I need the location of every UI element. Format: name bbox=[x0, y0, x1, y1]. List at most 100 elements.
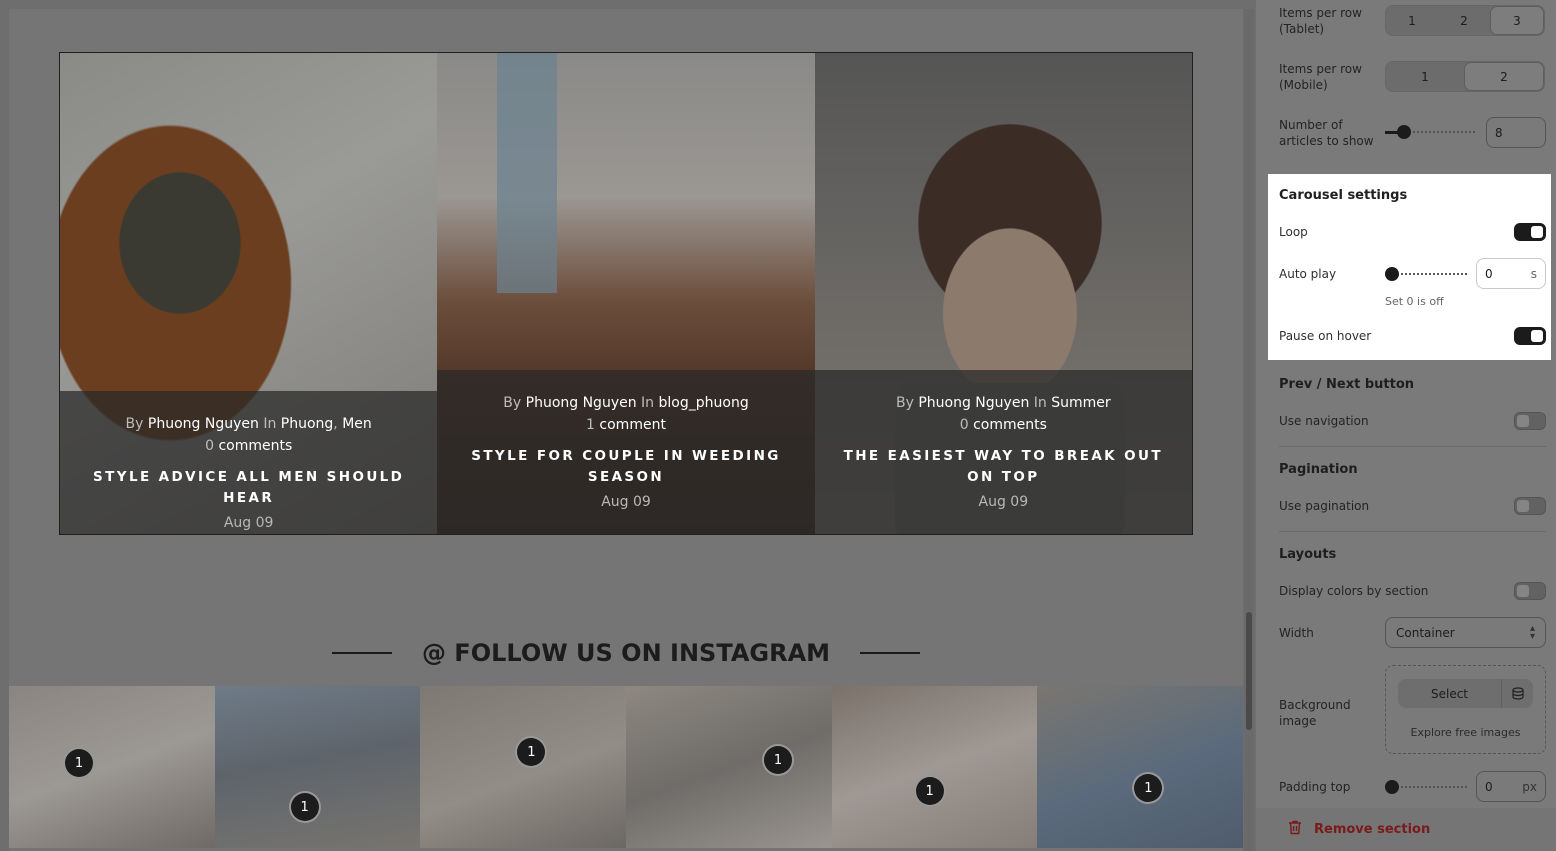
product-hotspot[interactable]: 1 bbox=[913, 775, 946, 807]
in-label: In bbox=[641, 395, 655, 411]
use-navigation-toggle[interactable] bbox=[1514, 412, 1546, 430]
product-hotspot[interactable]: 1 bbox=[515, 736, 548, 768]
in-label: In bbox=[1033, 395, 1047, 411]
preview-canvas: By Phuong Nguyen In Phuong, Men 0 commen… bbox=[9, 9, 1243, 851]
autoplay-help-text: Set 0 is off bbox=[1385, 295, 1444, 308]
loop-toggle[interactable] bbox=[1514, 223, 1546, 241]
loop-label: Loop bbox=[1279, 225, 1308, 239]
article-meta: By Phuong Nguyen In Summer bbox=[835, 392, 1172, 414]
background-image-picker: Select Explore free images bbox=[1385, 665, 1546, 754]
segment-option-selected[interactable]: 3 bbox=[1490, 6, 1544, 35]
article-date: Aug 09 bbox=[601, 494, 651, 510]
prevnext-heading: Prev / Next button bbox=[1279, 377, 1415, 392]
instagram-heading: @ FOLLOW US ON INSTAGRAM bbox=[9, 635, 1243, 671]
segment-option[interactable]: 1 bbox=[1386, 6, 1438, 35]
comment-word: comment bbox=[599, 417, 666, 433]
by-label: By bbox=[896, 395, 914, 411]
pagination-heading: Pagination bbox=[1279, 462, 1358, 477]
article-category[interactable]: Summer bbox=[1051, 395, 1110, 411]
segment-option[interactable]: 1 bbox=[1386, 62, 1464, 91]
explore-free-images-link[interactable]: Explore free images bbox=[1386, 726, 1545, 739]
slider-knob[interactable] bbox=[1385, 780, 1399, 794]
slider-knob[interactable] bbox=[1385, 267, 1399, 281]
comment-count: 0 bbox=[205, 438, 214, 454]
product-hotspot[interactable]: 1 bbox=[63, 747, 95, 779]
comment-count: 1 bbox=[586, 417, 595, 433]
article-title[interactable]: THE EASIEST WAY TO BREAK OUT ON TOP bbox=[835, 446, 1172, 488]
padding-top-unit: px bbox=[1522, 779, 1537, 794]
section-divider bbox=[1279, 531, 1546, 532]
instagram-tile[interactable]: 1 bbox=[9, 686, 215, 848]
scrollbar-thumb[interactable] bbox=[1246, 612, 1252, 730]
articles-count-input[interactable]: 8 bbox=[1486, 117, 1546, 148]
remove-section-button[interactable]: Remove section bbox=[1256, 808, 1556, 851]
instagram-tile[interactable]: 1 bbox=[626, 686, 832, 848]
article-title[interactable]: STYLE FOR COUPLE IN WEEDING SEASON bbox=[457, 446, 794, 488]
article-card[interactable]: By Phuong Nguyen In Phuong, Men 0 commen… bbox=[60, 53, 438, 534]
article-date: Aug 09 bbox=[223, 515, 274, 531]
article-category[interactable]: Phuong bbox=[281, 416, 334, 432]
instagram-heading-text: @ FOLLOW US ON INSTAGRAM bbox=[421, 639, 831, 667]
width-label: Width bbox=[1279, 626, 1314, 640]
autoplay-input[interactable]: 0 s bbox=[1476, 258, 1546, 289]
padding-top-value: 0 bbox=[1485, 779, 1493, 794]
article-category[interactable]: blog_phuong bbox=[659, 395, 749, 411]
article-author[interactable]: Phuong Nguyen bbox=[148, 416, 259, 432]
display-colors-toggle[interactable] bbox=[1514, 582, 1546, 600]
article-card[interactable]: By Phuong Nguyen In blog_phuong 1 commen… bbox=[437, 53, 815, 534]
article-info: By Phuong Nguyen In Summer 0 comments TH… bbox=[814, 370, 1192, 534]
pause-on-hover-label: Pause on hover bbox=[1279, 329, 1372, 343]
padding-top-input[interactable]: 0 px bbox=[1476, 771, 1546, 802]
segment-option[interactable]: 2 bbox=[1438, 6, 1490, 35]
trash-icon bbox=[1288, 820, 1302, 839]
padding-top-label: Padding top bbox=[1279, 780, 1351, 794]
use-pagination-toggle[interactable] bbox=[1514, 497, 1546, 515]
article-title[interactable]: STYLE ADVICE ALL MEN SHOULD HEAR bbox=[80, 467, 417, 509]
width-select[interactable]: Container ▴ ▾ bbox=[1385, 617, 1546, 648]
items-tablet-segmented: 1 2 3 bbox=[1385, 5, 1545, 36]
instagram-grid: 1 1 1 1 1 1 bbox=[9, 686, 1243, 848]
instagram-tile[interactable]: 1 bbox=[831, 686, 1038, 848]
article-meta: By Phuong Nguyen In Phuong, Men bbox=[125, 416, 372, 432]
product-hotspot[interactable]: 1 bbox=[288, 791, 321, 823]
article-comments[interactable]: 1 comment bbox=[457, 414, 794, 436]
segment-option-selected[interactable]: 2 bbox=[1464, 62, 1544, 91]
heading-divider bbox=[331, 652, 392, 654]
blog-articles-carousel: By Phuong Nguyen In Phuong, Men 0 commen… bbox=[59, 52, 1193, 535]
article-comments[interactable]: 0 comments bbox=[835, 414, 1172, 436]
database-icon[interactable] bbox=[1501, 679, 1533, 708]
product-hotspot[interactable]: 1 bbox=[1132, 772, 1165, 804]
articles-count-label: Number of articles to show bbox=[1279, 118, 1374, 148]
layouts-heading: Layouts bbox=[1279, 547, 1337, 562]
instagram-tile[interactable]: 1 bbox=[420, 686, 627, 848]
items-tablet-label: Items per row (Tablet) bbox=[1279, 6, 1362, 36]
comment-word: comments bbox=[973, 417, 1047, 433]
instagram-tile[interactable]: 1 bbox=[214, 686, 421, 848]
settings-panel: Items per row (Tablet) 1 2 3 Items per r… bbox=[1256, 0, 1556, 851]
article-comments[interactable]: 0 comments bbox=[80, 435, 417, 457]
preview-scrollbar[interactable] bbox=[1244, 9, 1254, 851]
article-category[interactable]: Men bbox=[342, 416, 372, 432]
select-label: Select bbox=[1430, 686, 1469, 701]
article-author[interactable]: Phuong Nguyen bbox=[526, 395, 637, 411]
carousel-settings-group: Carousel settings Loop Auto play 0 s Set… bbox=[1268, 174, 1551, 360]
background-image-label: Background image bbox=[1279, 698, 1351, 728]
carousel-settings-heading: Carousel settings bbox=[1279, 188, 1408, 203]
use-navigation-label: Use navigation bbox=[1279, 414, 1369, 428]
items-mobile-label: Items per row (Mobile) bbox=[1279, 62, 1362, 92]
theme-preview: By Phuong Nguyen In Phuong, Men 0 commen… bbox=[0, 0, 1256, 851]
use-pagination-label: Use pagination bbox=[1279, 499, 1370, 513]
select-image-button[interactable]: Select bbox=[1398, 679, 1533, 708]
items-mobile-segmented: 1 2 bbox=[1385, 61, 1545, 92]
pause-on-hover-toggle[interactable] bbox=[1514, 327, 1546, 345]
instagram-tile[interactable]: 1 bbox=[1037, 686, 1243, 848]
slider-knob[interactable] bbox=[1397, 125, 1411, 139]
heading-divider bbox=[860, 652, 921, 654]
article-meta: By Phuong Nguyen In blog_phuong bbox=[457, 392, 794, 414]
display-colors-label: Display colors by section bbox=[1279, 584, 1429, 598]
article-author[interactable]: Phuong Nguyen bbox=[918, 395, 1029, 411]
autoplay-value: 0 bbox=[1485, 266, 1493, 281]
article-card[interactable]: By Phuong Nguyen In Summer 0 comments TH… bbox=[814, 53, 1192, 534]
comment-count: 0 bbox=[959, 417, 969, 433]
product-hotspot[interactable]: 1 bbox=[762, 744, 795, 776]
